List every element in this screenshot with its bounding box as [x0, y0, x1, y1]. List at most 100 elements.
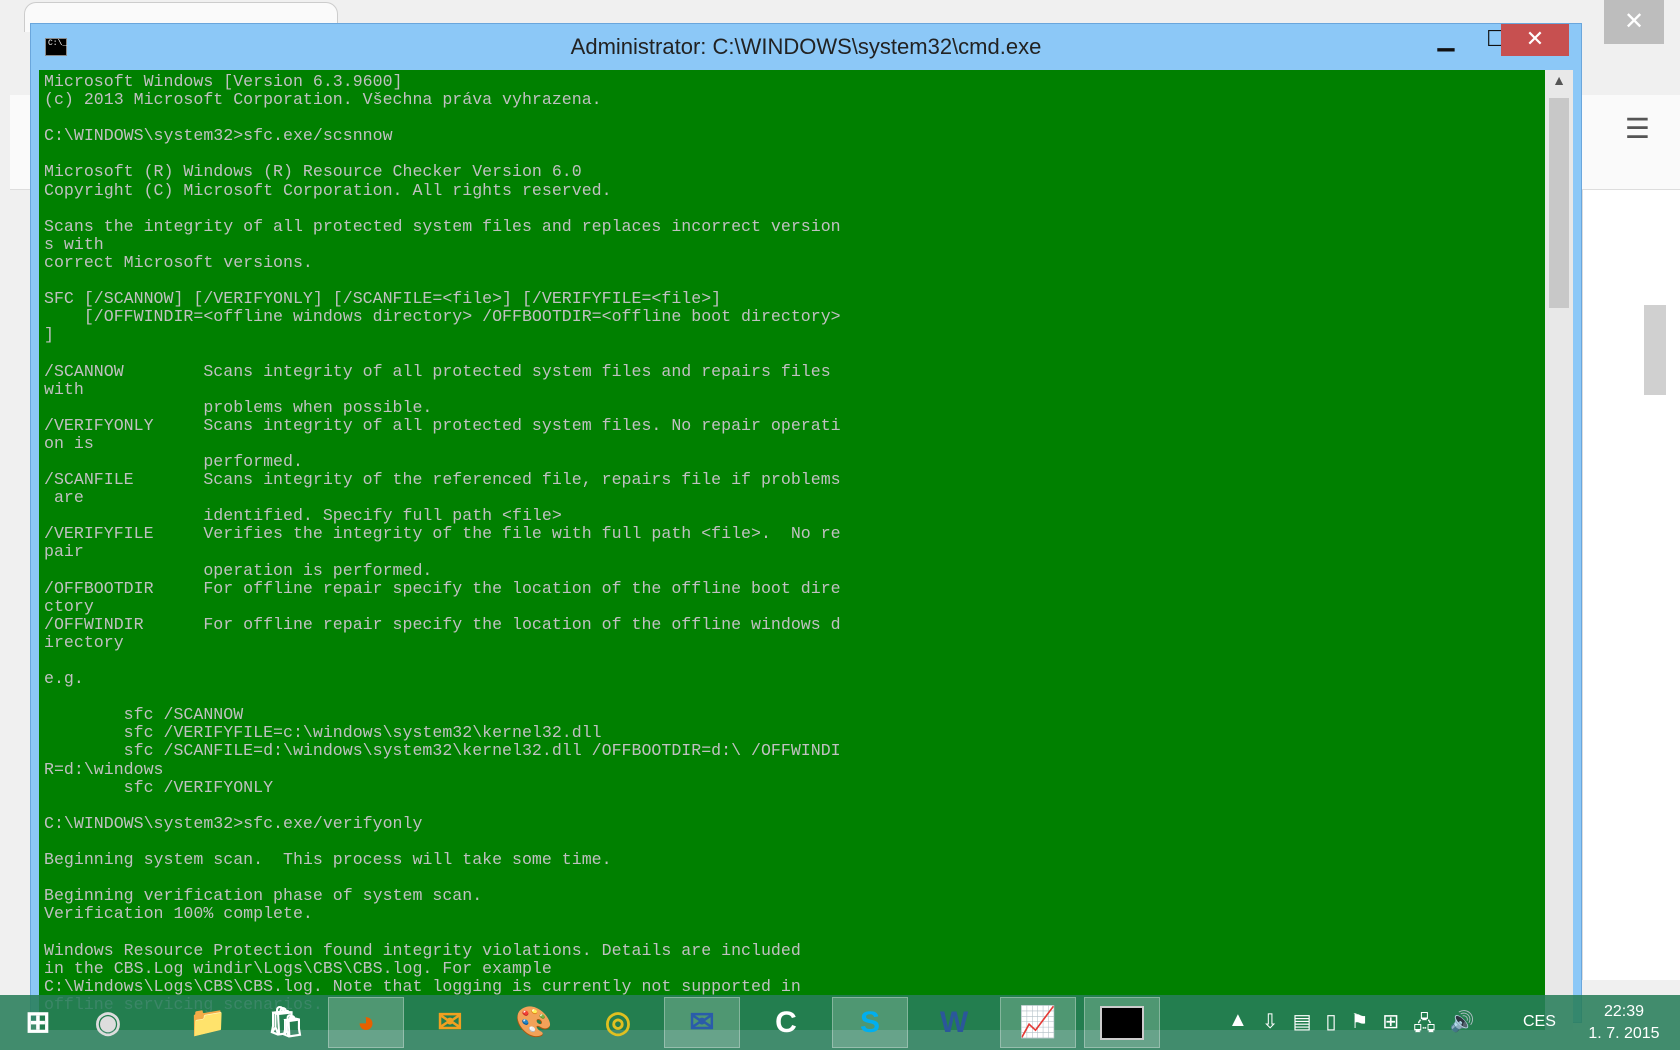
file-explorer-icon: 📁 — [189, 1006, 227, 1039]
taskbar-word-button[interactable]: W — [916, 997, 992, 1048]
resource-monitor-icon: 📈 — [1019, 1006, 1057, 1039]
console-line: in the CBS.Log windir\Logs\CBS\CBS.log. … — [44, 958, 552, 978]
taskbar: ⊞ ◉ 📁 🛍 ◕ ✉ 🎨 ◎ ✉ C S W 📈 ▬ ▲ ⇩ ▤ ▯ ⚑ ⊞ 🖧 🔊 CES 22:39 1. 7. … — [0, 995, 1680, 1050]
tray-icon[interactable]: ⊞ — [1382, 1009, 1399, 1043]
language-indicator[interactable]: CES — [1523, 1013, 1556, 1031]
vertical-scrollbar[interactable]: ▲ — [1545, 70, 1573, 1030]
taskbar-store-button[interactable]: 🛍 — [248, 997, 324, 1048]
console-line: C:\Windows\Logs\CBS\CBS.log. Note that l… — [44, 976, 801, 996]
console-line: correct Microsoft versions. — [44, 252, 313, 272]
console-line: C:\WINDOWS\system32>sfc.exe/scsnnow — [44, 126, 393, 146]
console-line: /VERIFYFILE Verifies the integrity of th… — [44, 524, 841, 544]
taskbar-skype-button[interactable]: S — [832, 997, 908, 1048]
scroll-thumb[interactable] — [1549, 98, 1569, 308]
chrome-icon: ◎ — [604, 1006, 632, 1039]
console-line: are — [44, 488, 84, 508]
tray-icon[interactable]: 🖧 — [1413, 1009, 1435, 1043]
console-line: /VERIFYONLY Scans integrity of all prote… — [44, 415, 841, 435]
taskbar-cmd-button[interactable]: ▬ — [1084, 997, 1160, 1048]
tray-icon[interactable]: ⚑ — [1350, 1009, 1368, 1043]
skype-icon: S — [859, 1005, 880, 1039]
console-line: /SCANFILE Scans integrity of the referen… — [44, 470, 841, 490]
console-line: Microsoft (R) Windows (R) Resource Check… — [44, 162, 582, 182]
console-line: operation is performed. — [44, 560, 433, 580]
firefox-icon: ◕ — [356, 1005, 376, 1039]
console-line: [/OFFWINDIR=<offline windows directory> … — [44, 307, 841, 327]
store-icon: 🛍 — [266, 1006, 306, 1039]
taskbar-start-button[interactable]: ⊞ — [0, 997, 76, 1048]
taskbar-thunderbird-button[interactable]: ✉ — [664, 997, 740, 1048]
system-tray: ▲ ⇩ ▤ ▯ ⚑ ⊞ 🖧 🔊 — [1228, 1009, 1474, 1043]
start-icon: ⊞ — [25, 1006, 51, 1039]
console-line: /OFFWINDIR For offline repair specify th… — [44, 614, 841, 634]
minimize-button[interactable]: ▁ — [1426, 24, 1466, 56]
taskbar-chrome-button[interactable]: ◎ — [580, 997, 656, 1048]
console-line: Microsoft Windows [Version 6.3.9600] — [44, 72, 403, 91]
clock-date: 1. 7. 2015 — [1588, 1025, 1660, 1042]
console-line: on is — [44, 433, 94, 453]
taskbar-task-view-button[interactable]: ◉ — [70, 997, 146, 1048]
console-line: sfc /VERIFYONLY — [44, 777, 274, 797]
browser-scrollbar[interactable] — [1644, 305, 1666, 395]
scroll-up-icon[interactable]: ▲ — [1545, 72, 1573, 88]
console-line: with — [44, 379, 84, 399]
console-line: identified. Specify full path <file> — [44, 506, 562, 526]
console-line: sfc /VERIFYFILE=c:\windows\system32\kern… — [44, 723, 602, 743]
title-bar[interactable]: C:\_ Administrator: C:\WINDOWS\system32\… — [31, 24, 1581, 70]
taskbar-resource-monitor-button[interactable]: 📈 — [1000, 997, 1076, 1048]
console-line: e.g. — [44, 669, 84, 689]
clock[interactable]: 22:39 1. 7. 2015 — [1578, 1001, 1670, 1045]
taskbar-mail-app-button[interactable]: ✉ — [412, 997, 488, 1048]
tray-icon[interactable]: 🔊 — [1450, 1009, 1475, 1043]
task-view-icon: ◉ — [94, 1006, 122, 1039]
console-line: SFC [/SCANNOW] [/VERIFYONLY] [/SCANFILE=… — [44, 289, 722, 309]
console-line: s with — [44, 234, 104, 254]
tray-icon[interactable]: ⇩ — [1262, 1009, 1279, 1043]
console-line: Beginning system scan. This process will… — [44, 850, 612, 870]
browser-close-button[interactable]: ✕ — [1604, 0, 1664, 44]
menu-icon[interactable]: ☰ — [1625, 112, 1650, 145]
taskbar-firefox-button[interactable]: ◕ — [328, 997, 404, 1048]
taskbar-ccleaner-button[interactable]: C — [748, 997, 824, 1048]
close-button[interactable]: ✕ — [1501, 24, 1569, 56]
window-title: Administrator: C:\WINDOWS\system32\cmd.e… — [570, 34, 1042, 59]
thunderbird-icon: ✉ — [689, 1006, 715, 1039]
console-line: /OFFBOOTDIR For offline repair specify t… — [44, 578, 841, 598]
taskbar-file-explorer-button[interactable]: 📁 — [170, 997, 246, 1048]
console-line: performed. — [44, 451, 303, 471]
console-line: Copyright (C) Microsoft Corporation. All… — [44, 180, 612, 200]
console-line: Verification 100% complete. — [44, 904, 313, 924]
tray-icon[interactable]: ▤ — [1293, 1009, 1312, 1043]
paint-icon: 🎨 — [515, 1006, 553, 1039]
console-line: ctory — [44, 596, 94, 616]
tray-icon[interactable]: ▲ — [1228, 1009, 1248, 1043]
console-line: pair — [44, 542, 84, 562]
taskbar-paint-button[interactable]: 🎨 — [496, 997, 572, 1048]
console-line: problems when possible. — [44, 397, 433, 417]
clock-time: 22:39 — [1603, 1003, 1645, 1020]
mail-app-icon: ✉ — [437, 1006, 463, 1039]
console-line: irectory — [44, 632, 124, 652]
console-line: C:\WINDOWS\system32>sfc.exe/verifyonly — [44, 813, 423, 833]
tray-icon[interactable]: ▯ — [1325, 1009, 1336, 1043]
console-output[interactable]: Microsoft Windows [Version 6.3.9600] (c) … — [39, 70, 1545, 1030]
console-line: /SCANNOW Scans integrity of all protecte… — [44, 361, 831, 381]
word-icon: W — [939, 1005, 969, 1039]
console-line: Scans the integrity of all protected sys… — [44, 216, 841, 236]
console-line: sfc /SCANNOW — [44, 705, 244, 725]
cmd-window: C:\_ Administrator: C:\WINDOWS\system32\… — [30, 23, 1582, 1030]
console-line: Beginning verification phase of system s… — [44, 886, 483, 906]
console-line: sfc /SCANFILE=d:\windows\system32\kernel… — [44, 741, 841, 761]
cmd-icon: ▬ — [1100, 1005, 1144, 1040]
